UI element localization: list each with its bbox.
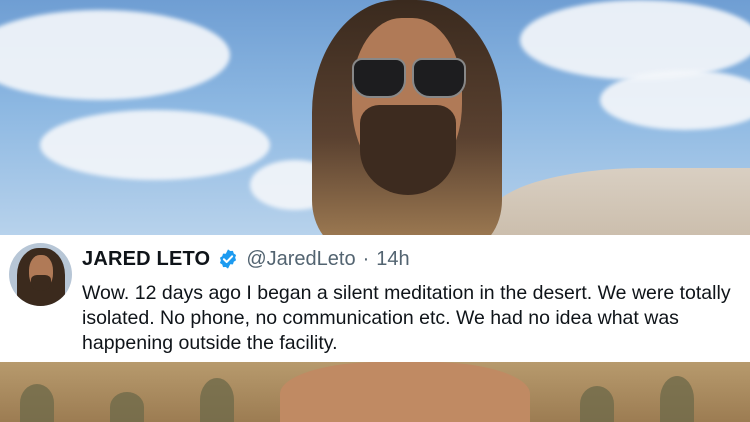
verified-badge-icon [220,249,237,269]
screenshot-stage: JARED LETO @JaredLeto · 14h Wow. 12 days… [0,0,750,422]
display-name[interactable]: JARED LETO [82,248,210,271]
person-beard [360,105,456,195]
cloud [520,0,750,80]
desert-brush [200,378,234,422]
desert-brush [20,384,54,422]
avatar[interactable] [9,243,72,306]
avatar-beard [31,275,51,291]
sunglasses-lens-right [412,58,466,98]
desert-brush [660,376,694,422]
tweet-card: JARED LETO @JaredLeto · 14h Wow. 12 days… [0,235,750,362]
sunglasses [352,58,466,98]
tweet-text: Wow. 12 days ago I began a silent medita… [82,282,731,354]
tweet-header: JARED LETO @JaredLeto · 14h [82,246,410,272]
tweet-timestamp[interactable]: 14h [376,248,409,271]
photo-desert [0,362,750,422]
user-handle[interactable]: @JaredLeto [246,248,355,271]
desert-brush [580,386,614,422]
cloud [40,110,270,180]
header-separator: · [362,247,370,270]
sunglasses-lens-left [352,58,406,98]
desert-brush [110,392,144,422]
